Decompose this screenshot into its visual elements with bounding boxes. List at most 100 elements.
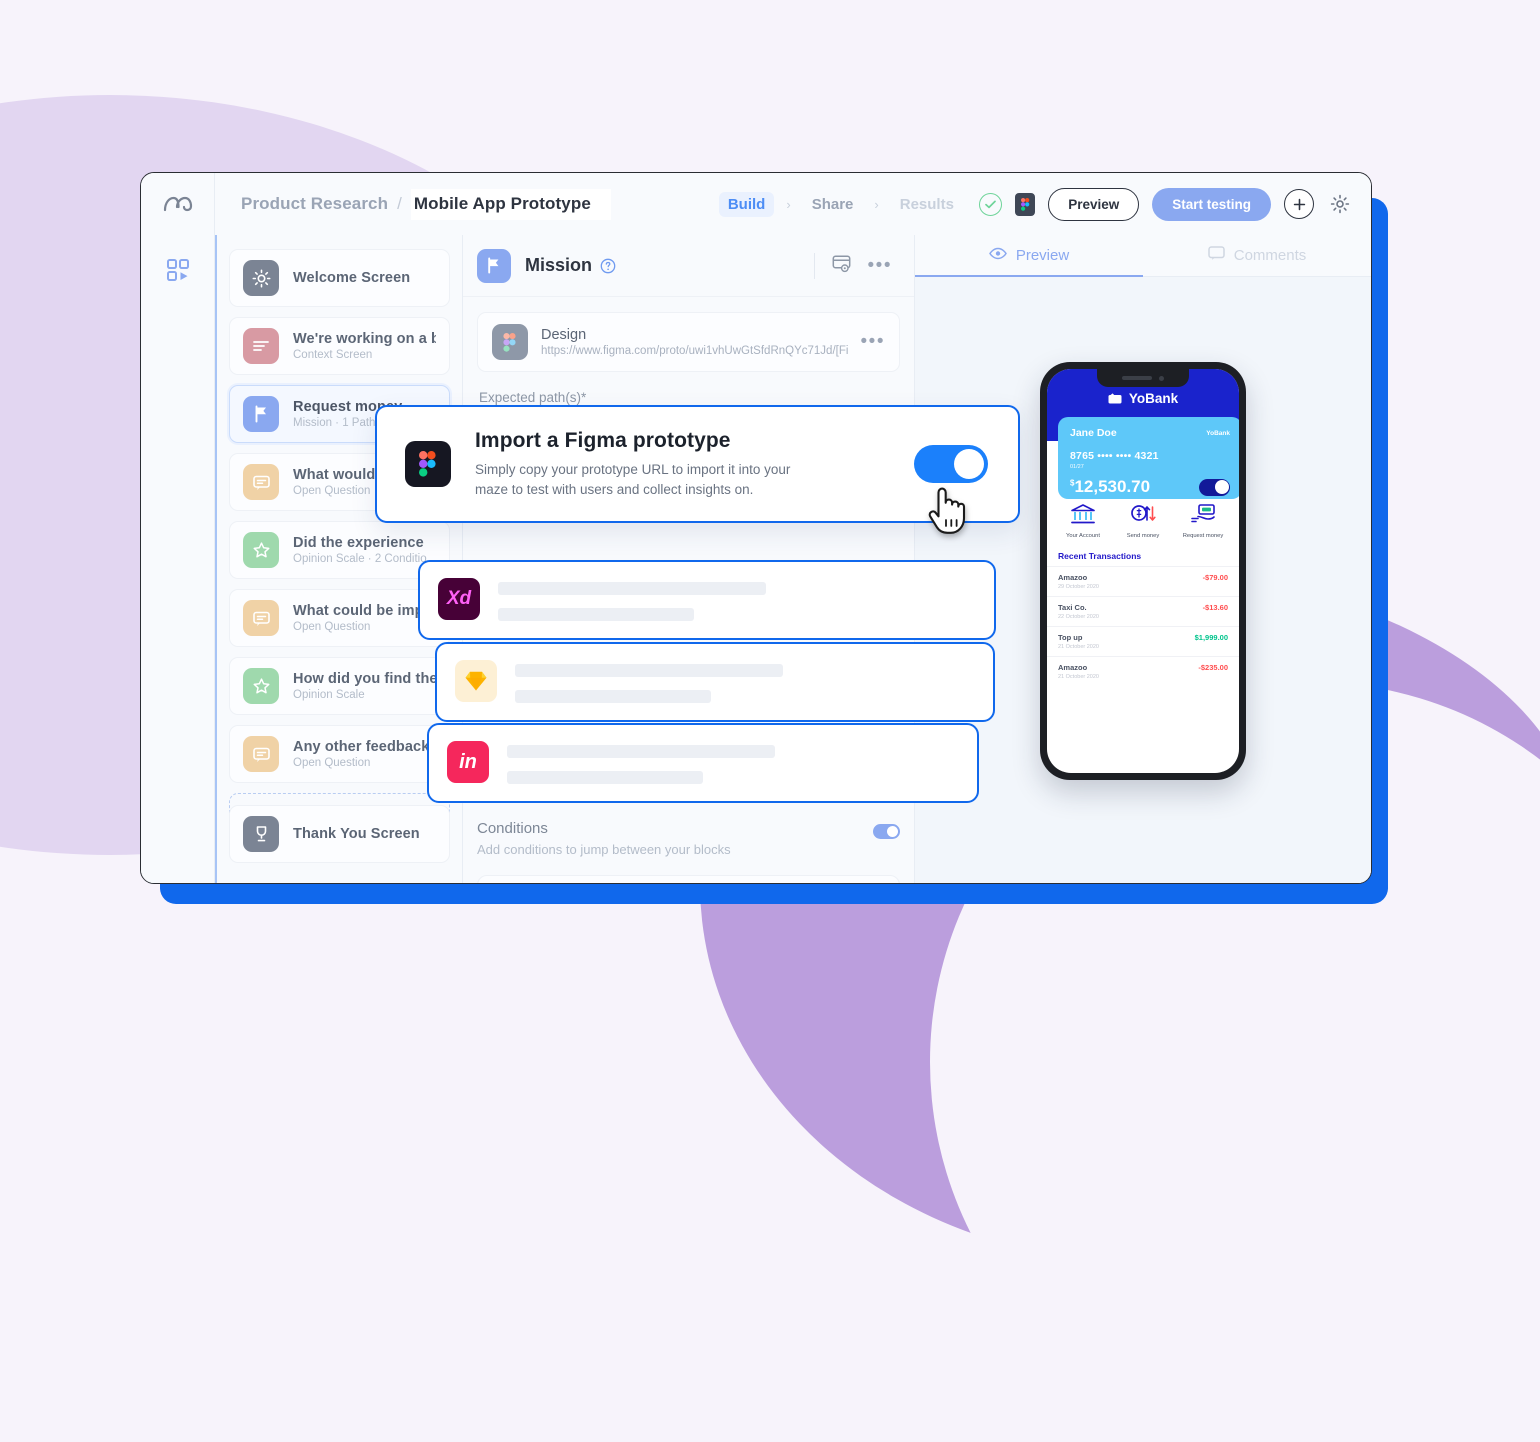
add-button[interactable] bbox=[1284, 189, 1314, 219]
tab-comments[interactable]: Comments bbox=[1143, 235, 1371, 277]
plus-icon bbox=[1293, 198, 1305, 210]
tab-comments-label: Comments bbox=[1233, 247, 1307, 264]
step-results[interactable]: Results bbox=[891, 192, 963, 217]
mission-editor: Mission ••• Design https://www.figma.com… bbox=[418, 235, 996, 883]
chat-icon bbox=[243, 464, 279, 500]
transaction-row[interactable]: Top up 21 October 2020 $1,999.00 bbox=[1047, 626, 1239, 656]
design-more-icon[interactable]: ••• bbox=[861, 332, 885, 351]
transactions-title: Recent Transactions bbox=[1058, 551, 1142, 561]
action-your-account[interactable]: Your Account bbox=[1054, 503, 1112, 539]
phone-quick-actions: Your Account Send money Request money bbox=[1047, 503, 1239, 539]
card-holder-name: Jane Doe bbox=[1070, 427, 1117, 439]
tool-card-adobe-xd[interactable]: Xd bbox=[418, 560, 996, 640]
block-subtitle: Opinion Scale bbox=[293, 689, 365, 701]
block-title: How did you find the ... bbox=[293, 671, 436, 687]
preview-button[interactable]: Preview bbox=[1048, 187, 1140, 221]
transaction-amount: -$235.00 bbox=[1198, 663, 1228, 672]
app-logo[interactable] bbox=[141, 173, 215, 235]
action-request-money[interactable]: Request money bbox=[1174, 503, 1232, 539]
blocks-grid-icon[interactable] bbox=[165, 257, 191, 288]
block-welcome-screen[interactable]: Welcome Screen bbox=[229, 249, 450, 307]
design-source-card[interactable]: Design https://www.figma.com/proto/uwi1v… bbox=[477, 312, 900, 372]
chat-icon bbox=[243, 736, 279, 772]
step-arrow-1: › bbox=[786, 196, 791, 212]
transaction-row[interactable]: Amazoo 29 October 2020 -$79.00 bbox=[1047, 566, 1239, 596]
request-money-icon bbox=[1191, 504, 1215, 523]
eye-icon bbox=[988, 247, 1007, 264]
transaction-date: 22 October 2020 bbox=[1058, 614, 1099, 620]
transaction-row[interactable]: Taxi Co. 22 October 2020 -$13.60 bbox=[1047, 596, 1239, 626]
workflow-steps: Build › Share › Results bbox=[718, 191, 963, 217]
mission-editor-header: Mission ••• bbox=[463, 235, 914, 297]
conditions-toggle[interactable] bbox=[873, 824, 900, 839]
step-share[interactable]: Share bbox=[803, 192, 863, 217]
block-subtitle: Opinion Scale · 2 Conditio bbox=[293, 553, 427, 565]
wallet-icon bbox=[1108, 391, 1122, 409]
design-name: Design bbox=[541, 327, 587, 343]
card-balance: $12,530.70 bbox=[1070, 477, 1150, 497]
phone-bank-card: Jane Doe YoBank 8765 •••• •••• 4321 01/2… bbox=[1058, 417, 1239, 499]
card-balance-row: $12,530.70 bbox=[1070, 477, 1230, 497]
bank-icon bbox=[1071, 504, 1095, 524]
send-money-icon bbox=[1131, 505, 1156, 521]
transaction-date: 21 October 2020 bbox=[1058, 674, 1099, 680]
blocks-sidebar: Welcome Screen We're working on a b... C… bbox=[215, 235, 463, 883]
phone-card-top-row: Jane Doe YoBank bbox=[1070, 427, 1230, 439]
tab-preview[interactable]: Preview bbox=[915, 235, 1143, 277]
modal-description: Simply copy your prototype URL to import… bbox=[475, 462, 791, 497]
block-subtitle: Context Screen bbox=[293, 349, 373, 361]
design-url: https://www.figma.com/proto/uwi1vhUwGtSf… bbox=[541, 345, 848, 357]
star-icon bbox=[243, 532, 279, 568]
tab-preview-label: Preview bbox=[1015, 246, 1070, 264]
start-testing-button[interactable]: Start testing bbox=[1152, 187, 1271, 221]
phone-brand-name: YoBank bbox=[1128, 391, 1179, 406]
if-condition-card: IF The tester gave up bbox=[477, 875, 900, 883]
block-open-question-3[interactable]: Any other feedback y... Open Question bbox=[229, 725, 450, 783]
block-opinion-scale-2[interactable]: How did you find the ... Opinion Scale bbox=[229, 657, 450, 715]
figma-icon bbox=[405, 441, 451, 487]
action-send-money[interactable]: Send money bbox=[1114, 503, 1172, 539]
phone-speaker bbox=[1122, 376, 1152, 380]
preview-tabs: Preview Comments bbox=[915, 235, 1371, 277]
settings-button[interactable] bbox=[1327, 191, 1353, 217]
transaction-date: 21 October 2020 bbox=[1058, 644, 1099, 650]
import-figma-modal: Import a Figma prototype Simply copy you… bbox=[375, 405, 1020, 523]
card-visibility-toggle[interactable] bbox=[1199, 478, 1230, 496]
app-window: Product Research / Mobile App Prototype … bbox=[140, 172, 1372, 884]
card-expiry: 01/27 bbox=[1070, 464, 1084, 470]
breadcrumb-parent[interactable]: Product Research bbox=[241, 194, 388, 214]
figma-source-icon[interactable] bbox=[1015, 192, 1036, 216]
help-icon[interactable] bbox=[600, 258, 616, 274]
top-bar: Product Research / Mobile App Prototype … bbox=[141, 173, 1371, 235]
block-title: Thank You Screen bbox=[293, 826, 420, 842]
breadcrumb-separator: / bbox=[397, 194, 402, 213]
step-build[interactable]: Build bbox=[718, 191, 775, 217]
block-thank-you-screen[interactable]: Thank You Screen bbox=[229, 805, 450, 863]
phone-mockup: YoBank Jane Doe YoBank 8765 •••• •••• 43… bbox=[1040, 362, 1246, 780]
import-figma-toggle[interactable] bbox=[914, 445, 988, 483]
transaction-row[interactable]: Amazoo 21 October 2020 -$235.00 bbox=[1047, 656, 1239, 686]
block-open-question-2[interactable]: What could be impro.. Open Question bbox=[229, 589, 450, 647]
phone-screen: YoBank Jane Doe YoBank 8765 •••• •••• 43… bbox=[1047, 369, 1239, 773]
conditions-title: Conditions bbox=[477, 820, 548, 837]
expected-paths-label: Expected path(s)* bbox=[479, 390, 587, 405]
maze-logo-icon bbox=[163, 196, 192, 212]
block-opinion-scale-1[interactable]: Did the experience Opinion Scale · 2 Con… bbox=[229, 521, 450, 579]
chat-icon bbox=[243, 600, 279, 636]
skeleton-line bbox=[515, 664, 783, 677]
comment-icon bbox=[1207, 246, 1225, 265]
block-context-screen[interactable]: We're working on a b... Context Screen bbox=[229, 317, 450, 375]
tool-card-invision[interactable]: in bbox=[427, 723, 979, 803]
preview-block-icon[interactable] bbox=[831, 254, 852, 278]
breadcrumb: Product Research / Mobile App Prototype bbox=[215, 188, 611, 220]
tool-card-sketch[interactable] bbox=[435, 642, 995, 722]
invision-icon: in bbox=[447, 741, 489, 783]
text-lines-icon bbox=[243, 328, 279, 364]
more-options-icon[interactable]: ••• bbox=[868, 256, 892, 275]
conditions-header: Conditions Add conditions to jump betwee… bbox=[477, 820, 900, 857]
block-title: Did the experience bbox=[293, 535, 424, 551]
skeleton-line bbox=[507, 745, 775, 758]
breadcrumb-current-title[interactable]: Mobile App Prototype bbox=[410, 188, 611, 220]
phone-camera bbox=[1159, 375, 1164, 381]
block-title: Any other feedback y... bbox=[293, 739, 436, 755]
